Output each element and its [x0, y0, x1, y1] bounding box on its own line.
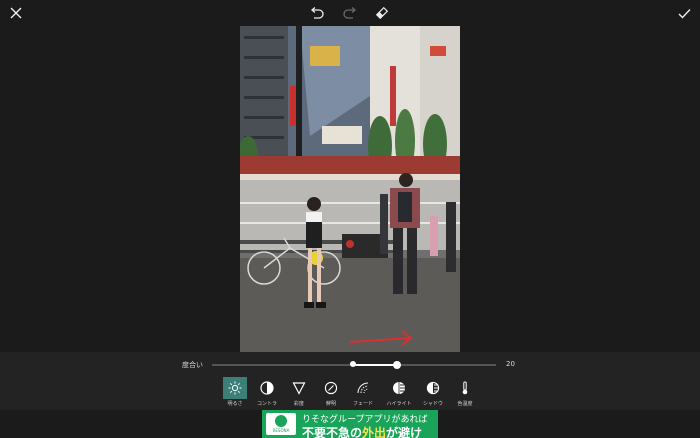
tool-label: 鮮明	[325, 401, 336, 407]
tool-label: コントラ	[256, 401, 277, 407]
tool-clarity[interactable]: 鮮明	[318, 377, 344, 411]
tool-label: 彩度	[293, 401, 304, 407]
undo-button[interactable]	[307, 4, 327, 22]
tool-temperature[interactable]: 色温度	[452, 377, 478, 411]
shadow-icon	[421, 377, 445, 399]
intensity-slider[interactable]: 度合い 20	[0, 356, 700, 374]
saturation-icon	[287, 377, 311, 399]
tool-brightness[interactable]: 明るさ	[222, 377, 248, 411]
tool-highlight[interactable]: ハイライト	[386, 377, 412, 411]
check-icon	[678, 8, 691, 19]
eraser-button[interactable]	[372, 4, 392, 22]
tool-contrast[interactable]: コントラ	[254, 377, 280, 411]
tool-saturation[interactable]: 彩度	[286, 377, 312, 411]
slider-value: 20	[506, 360, 515, 368]
contrast-icon	[255, 377, 279, 399]
tool-label: フェード	[352, 401, 373, 407]
ad-text-line2: 不要不急の外出が避け	[302, 426, 423, 438]
tool-shadow[interactable]: シャドウ	[420, 377, 446, 411]
clarity-icon	[319, 377, 343, 399]
editor-canvas	[0, 26, 700, 352]
tool-label: 色温度	[457, 401, 473, 407]
tool-fade[interactable]: フェード	[350, 377, 376, 411]
redo-icon	[343, 7, 357, 19]
slider-center-marker	[350, 361, 356, 367]
photo-street-scene	[240, 26, 460, 352]
tool-label: シャドウ	[422, 401, 443, 407]
tool-label: ハイライト	[386, 401, 412, 407]
close-button[interactable]	[6, 4, 26, 22]
temperature-icon	[453, 377, 477, 399]
resona-logo: RESONA	[266, 413, 296, 435]
highlight-icon	[387, 377, 411, 399]
eraser-icon	[375, 6, 389, 20]
brightness-icon	[223, 377, 247, 399]
confirm-button[interactable]	[674, 4, 694, 22]
slider-fill	[353, 364, 397, 366]
fade-icon	[351, 377, 375, 399]
tool-label: 明るさ	[227, 401, 243, 407]
adjust-tool-bar: 明るさ コントラ 彩度 鮮明 フェード ハイライト シャドウ 色温度	[220, 377, 484, 411]
slider-label: 度合い	[182, 361, 203, 369]
top-toolbar	[0, 0, 700, 26]
close-icon	[10, 7, 22, 19]
ad-banner[interactable]: RESONA りそなグループアプリがあれば 不要不急の外出が避け	[262, 410, 438, 438]
undo-icon	[310, 7, 324, 19]
edited-photo[interactable]	[240, 26, 460, 352]
redo-button[interactable]	[340, 4, 360, 22]
slider-thumb[interactable]	[393, 361, 401, 369]
